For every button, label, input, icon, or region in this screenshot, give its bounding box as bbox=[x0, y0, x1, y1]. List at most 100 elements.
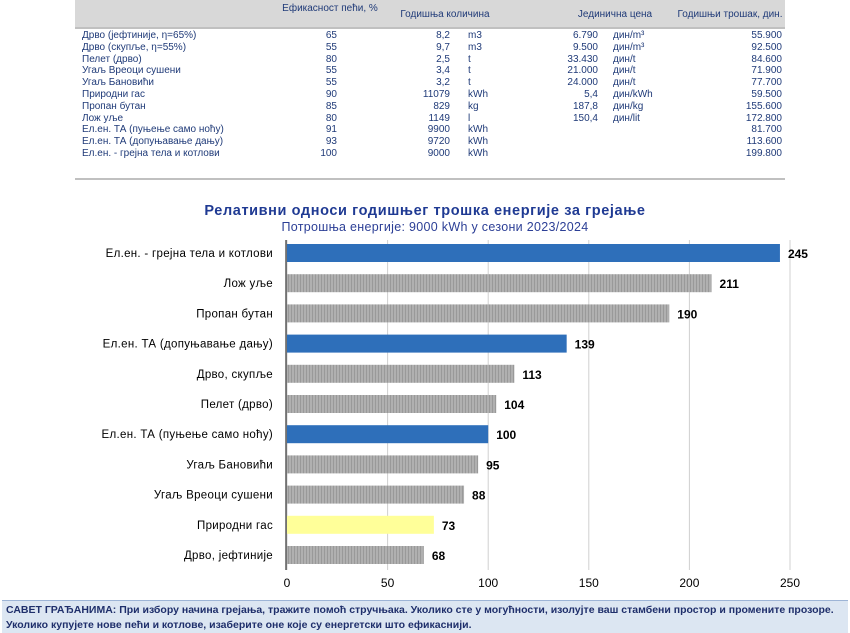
cell-unit: t bbox=[468, 53, 471, 65]
cell-row-label: Ел.ен. ТА (пуњење само ноћу) bbox=[82, 124, 224, 136]
cell-unit: m3 bbox=[468, 30, 482, 41]
cell-quantity: 9,7 bbox=[436, 41, 450, 53]
data-label: 113 bbox=[522, 368, 542, 382]
cell-efficiency: 91 bbox=[325, 124, 337, 136]
cell-cost: 71.900 bbox=[751, 65, 782, 77]
cell-efficiency: 55 bbox=[325, 41, 337, 53]
cell-efficiency: 90 bbox=[325, 89, 337, 100]
header-quantity: Годишња количина bbox=[400, 9, 490, 20]
category-label: Дрво, скупље bbox=[197, 369, 273, 381]
cell-cost: 155.600 bbox=[745, 100, 782, 112]
cell-price-unit: дин/lit bbox=[613, 112, 640, 124]
cell-quantity: 1149 bbox=[428, 112, 450, 124]
table-row: Природни гас 90 11079 kWh 5,4 дин/kWh 59.500 bbox=[75, 89, 785, 101]
bar bbox=[287, 485, 465, 504]
cell-cost: 113.600 bbox=[746, 136, 782, 148]
header-annual-cost: Годишњи трошак, дин. bbox=[677, 9, 783, 20]
bar bbox=[287, 455, 479, 474]
cell-efficiency: 93 bbox=[325, 136, 337, 148]
x-tick-label: 200 bbox=[679, 576, 699, 590]
cell-efficiency: 80 bbox=[325, 112, 337, 124]
cell-price: 6.790 bbox=[572, 30, 598, 41]
cell-row-label: Дрво (јефтиније, η=65%) bbox=[82, 30, 197, 41]
cell-row-label: Дрво (скупље, η=55%) bbox=[82, 41, 187, 53]
cell-unit: t bbox=[468, 77, 471, 89]
cell-quantity: 9720 bbox=[427, 136, 450, 148]
data-label: 211 bbox=[720, 277, 740, 291]
cell-row-label: Природни гас bbox=[82, 89, 145, 100]
cell-price-unit: дин/t bbox=[613, 65, 636, 77]
cell-quantity: 9000 bbox=[427, 148, 450, 159]
cell-price-unit: дин/t bbox=[613, 77, 636, 89]
cell-cost: 92.500 bbox=[751, 41, 782, 53]
table-row: Пелет (дрво) 80 2,5 t 33.430 дин/t 84.600 bbox=[75, 54, 785, 66]
x-tick-label: 50 bbox=[381, 576, 395, 590]
advice-note: САВЕТ ГРАЂАНИМА: При избору начина греја… bbox=[2, 600, 848, 633]
cell-cost: 55.900 bbox=[751, 30, 782, 41]
data-label: 104 bbox=[504, 398, 524, 412]
bar bbox=[287, 274, 712, 293]
cell-price: 21.000 bbox=[567, 65, 598, 77]
bar bbox=[287, 395, 497, 413]
bar bbox=[287, 425, 489, 444]
cell-unit: kWh bbox=[468, 89, 488, 100]
cell-row-label: Пропан бутан bbox=[82, 100, 146, 112]
cell-unit: l bbox=[468, 112, 471, 124]
cell-efficiency: 65 bbox=[325, 30, 337, 41]
chart-subtitle: Потрошња енергије: 9000 kWh у сезони 202… bbox=[281, 220, 589, 234]
category-label: Ел.ен. ТА (допуњавање дању) bbox=[103, 339, 273, 351]
x-tick-label: 250 bbox=[780, 576, 800, 590]
bar-chart: 0 50 100 150 200 250 Ел.ен. - грејна тела и ко… bbox=[102, 240, 808, 590]
cell-price-unit: дин/kg bbox=[613, 100, 644, 112]
cell-efficiency: 100 bbox=[320, 148, 337, 159]
category-label: Угаљ Вреоци сушени bbox=[154, 490, 273, 502]
cell-unit: m3 bbox=[468, 41, 482, 53]
cell-price-unit: дин/m³ bbox=[613, 30, 645, 41]
cell-price-unit: дин/kWh bbox=[613, 89, 653, 100]
table-row: Лож уље 80 1149 l 150,4 дин/lit 172.800 bbox=[75, 113, 785, 125]
table-row: Пропан бутан 85 829 kg 187,8 дин/kg 155.600 bbox=[75, 101, 785, 113]
table-row: Ел.ен. ТА (допуњавање дању) 93 9720 kWh 113.… bbox=[75, 136, 785, 148]
category-label: Дрво, јефтиније bbox=[184, 550, 273, 562]
cell-quantity: 829 bbox=[433, 100, 450, 112]
bar bbox=[287, 364, 515, 383]
cell-unit: kWh bbox=[468, 148, 488, 159]
cell-row-label: Ел.ен. - грејна тела и котлови bbox=[82, 148, 220, 159]
x-tick-label: 0 bbox=[284, 576, 291, 590]
cell-cost: 172.800 bbox=[745, 112, 782, 124]
cell-quantity: 11079 bbox=[422, 89, 450, 100]
data-label: 73 bbox=[442, 519, 456, 533]
bar bbox=[287, 334, 567, 353]
cell-quantity: 8,2 bbox=[436, 30, 450, 41]
cell-unit: t bbox=[468, 65, 471, 77]
table-row: Ел.ен. - грејна тела и котлови 100 9000 kWh… bbox=[75, 148, 785, 160]
category-label: Лож уље bbox=[224, 278, 273, 290]
table-header: Ефикасност пећи, % Годишња количина Једи… bbox=[75, 0, 785, 29]
cell-quantity: 3,2 bbox=[436, 77, 450, 89]
category-label: Пелет (дрво) bbox=[201, 399, 273, 411]
bar bbox=[287, 304, 670, 323]
cell-price: 187,8 bbox=[572, 100, 598, 112]
data-label: 68 bbox=[432, 549, 446, 563]
cell-efficiency: 55 bbox=[325, 77, 337, 89]
cell-cost: 199.800 bbox=[745, 148, 782, 159]
cell-price-unit: дин/m³ bbox=[613, 41, 645, 53]
data-label: 245 bbox=[788, 247, 808, 261]
cell-quantity: 3,4 bbox=[436, 65, 450, 77]
chart-title: Релативни односи годишњег трошка енергиј… bbox=[204, 203, 646, 219]
data-label: 190 bbox=[677, 307, 697, 321]
cell-price: 9.500 bbox=[572, 41, 598, 53]
cell-cost: 84.600 bbox=[751, 53, 782, 65]
category-label: Угаљ Бановићи bbox=[186, 459, 273, 471]
table-row: Угаљ Бановићи 55 3,2 t 24.000 дин/t 77.700 bbox=[75, 77, 785, 89]
bar bbox=[287, 244, 780, 262]
cell-row-label: Угаљ Вреоци сушени bbox=[82, 65, 181, 77]
cell-price: 150,4 bbox=[572, 112, 598, 124]
cell-row-label: Лож уље bbox=[82, 112, 124, 124]
data-label: 139 bbox=[575, 338, 595, 352]
table-row: Дрво (скупље, η=55%) 55 9,7 m3 9.500 дин/m³ 92… bbox=[75, 42, 785, 54]
cell-efficiency: 55 bbox=[325, 65, 337, 77]
cell-unit: kg bbox=[468, 100, 479, 112]
category-label: Ел.ен. - грејна тела и котлови bbox=[106, 248, 273, 260]
cell-row-label: Ел.ен. ТА (допуњавање дању) bbox=[82, 136, 224, 148]
